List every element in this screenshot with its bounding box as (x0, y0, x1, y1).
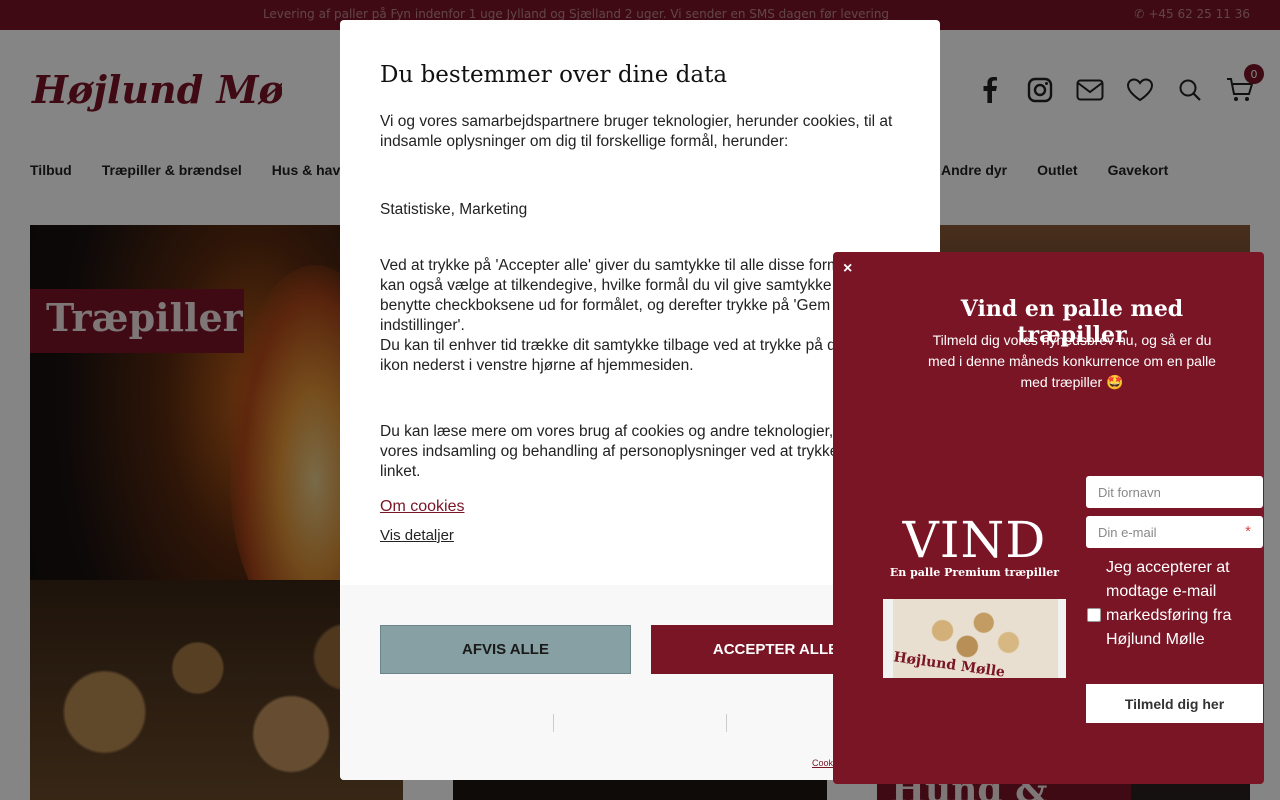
promo-headline: VIND (902, 511, 1047, 569)
firstname-placeholder: Dit fornavn (1098, 485, 1161, 500)
cookie-more-info-text: Du kan læse mere om vores brug af cookie… (380, 423, 897, 480)
cookie-dialog-title: Du bestemmer over dine data (380, 62, 728, 88)
cookie-purposes-text: Statistiske, Marketing (380, 201, 528, 218)
firstname-field[interactable]: Dit fornavn (1086, 476, 1263, 508)
show-details-link[interactable]: Vis detaljer (380, 527, 454, 544)
consent-label: Jeg accepterer at modtage e-mail markeds… (1106, 559, 1232, 648)
close-icon[interactable]: × (843, 260, 852, 278)
subscribe-button[interactable]: Tilmeld dig her (1086, 684, 1263, 723)
consent-checkbox[interactable] (1087, 608, 1101, 622)
email-placeholder: Din e-mail (1098, 525, 1157, 540)
promo-subtitle: En palle Premium træpiller (889, 566, 1060, 579)
required-marker: * (1245, 523, 1251, 540)
newsletter-popup: × Vind en palle med træpiller Tilmeld di… (833, 252, 1264, 784)
promo-image: VIND En palle Premium træpiller Højlund … (883, 509, 1066, 678)
cookie-intro-text: Vi og vores samarbejdspartnere bruger te… (380, 113, 893, 150)
newsletter-description: Tilmeld dig vores nyhedsbrev nu, og så e… (928, 332, 1216, 390)
tab-divider (553, 714, 554, 732)
reject-all-button[interactable]: AFVIS ALLE (380, 625, 631, 674)
about-cookies-link[interactable]: Om cookies (380, 498, 464, 516)
tab-divider (726, 714, 727, 732)
email-field[interactable]: Din e-mail * (1086, 516, 1263, 548)
cookie-withdraw-text: Du kan til enhver tid trække dit samtykk… (380, 337, 876, 374)
cookie-consent-text: Ved at trykke på 'Accepter alle' giver d… (380, 257, 894, 334)
